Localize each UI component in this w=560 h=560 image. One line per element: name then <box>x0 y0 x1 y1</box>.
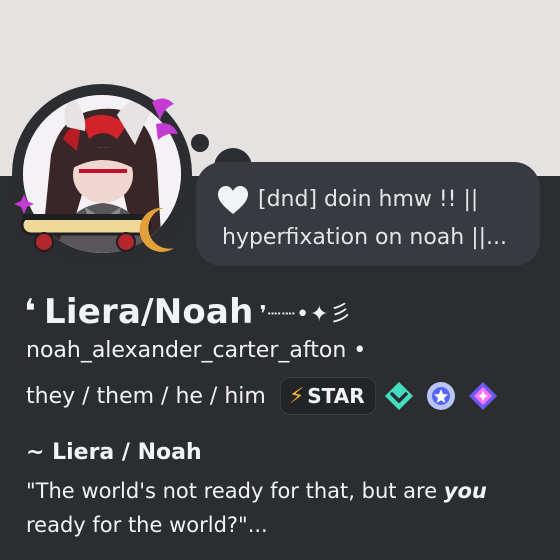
display-name-row: ❛ Liera/Noah ❜┈┈•✦彡 <box>24 288 352 336</box>
status-text-line2: hyperfixation on noah ||... <box>222 225 508 250</box>
bio-quote-emphasis: you <box>443 479 487 503</box>
username[interactable]: noah_alexander_carter_afton • <box>26 338 366 363</box>
thought-dot-small <box>191 134 209 152</box>
hypesquad-balance-icon[interactable] <box>380 377 418 415</box>
bio-quote-part1: "The world's not ready for that, but are <box>26 479 444 503</box>
bio-name: ~ Liera / Noah <box>26 440 202 465</box>
bio-quote-part2: ready for the world?"... <box>26 513 268 537</box>
status-text-line1: [dnd] doin hmw !! || <box>258 187 479 212</box>
server-tag-label: STAR <box>307 384 365 408</box>
avatar-ring[interactable] <box>12 84 192 264</box>
pronoun-badge-row: they / them / he / him ⚡ STAR <box>26 376 502 416</box>
lightning-icon: ⚡ <box>288 383 305 409</box>
nitro-gem-icon[interactable] <box>464 377 502 415</box>
pronouns: they / them / he / him <box>26 383 266 409</box>
display-name-open-quote: ❛ <box>24 292 36 332</box>
custom-status-bubble[interactable]: [dnd] doin hmw !! || hyperfixation on no… <box>196 162 540 266</box>
server-tag[interactable]: ⚡ STAR <box>279 377 376 415</box>
bio-quote: "The world's not ready for that, but are… <box>26 474 546 542</box>
white-heart-icon <box>218 186 248 214</box>
display-name: Liera/Noah <box>44 292 254 332</box>
avatar[interactable] <box>23 95 181 253</box>
avatar-image <box>23 95 181 253</box>
quest-laurel-icon[interactable] <box>422 377 460 415</box>
display-name-decoration: ❜┈┈•✦彡 <box>259 302 353 327</box>
